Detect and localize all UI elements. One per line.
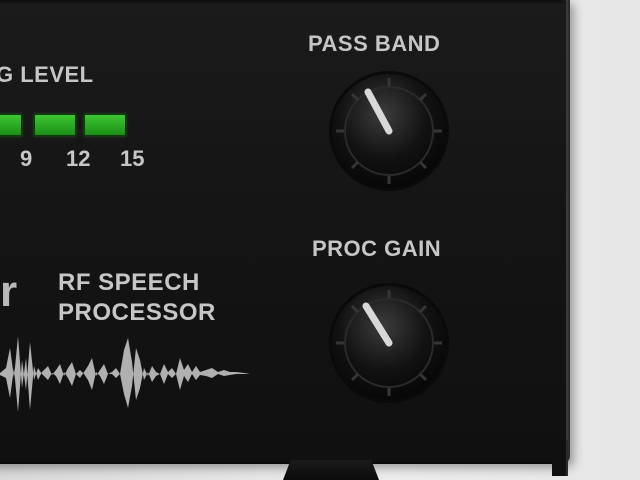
led-segment [0, 114, 22, 136]
brand-logo-partial: r [0, 267, 18, 316]
product-name-line1: RF SPEECH [58, 269, 200, 296]
panel-side-edge [552, 440, 568, 476]
waveform-graphic [0, 336, 250, 412]
pass-band-knob[interactable] [328, 70, 450, 192]
level-meter [0, 110, 130, 138]
led-segment [34, 114, 76, 136]
meter-tick-label: 15 [120, 146, 145, 171]
level-meter-label: G LEVEL [0, 62, 94, 87]
meter-tick-label: 12 [66, 146, 91, 171]
meter-tick-label: 9 [20, 146, 33, 171]
panel-top-edge [0, 0, 566, 6]
led-segment [84, 114, 126, 136]
proc-gain-knob[interactable] [328, 282, 450, 404]
pass-band-label: PASS BAND [308, 31, 441, 56]
product-name-line2: PROCESSOR [58, 299, 216, 326]
proc-gain-label: PROC GAIN [312, 236, 442, 261]
device-foot [283, 460, 379, 480]
product-name: RF SPEECH PROCESSOR [58, 268, 216, 328]
